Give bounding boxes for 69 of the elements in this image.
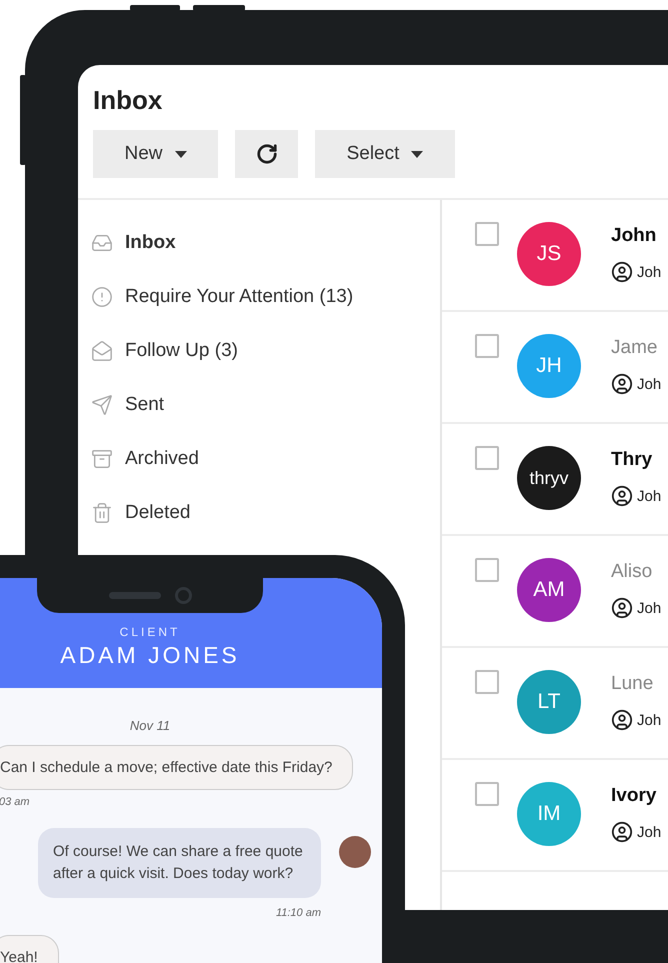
folder-item[interactable]: Inbox [78,216,440,270]
outgoing-message: Of course! We can share a free quote after a quick visit. Does today work? [38,828,321,898]
user-icon [611,485,633,507]
folder-label: Inbox [125,232,176,254]
checkbox[interactable] [475,446,499,470]
checkbox[interactable] [475,222,499,246]
owner-name: Joh [637,712,662,728]
message-time: 11:10 am [276,907,321,919]
alert-icon [91,286,113,308]
message-row[interactable]: AM Aliso Joh [442,536,668,648]
dropdown-button[interactable]: New [93,130,218,178]
owner-name: Joh [637,488,662,504]
dropdown-button[interactable]: Select [315,130,455,178]
folder-item[interactable]: Sent [78,378,440,432]
caret-icon [411,150,424,158]
send-icon [91,394,113,416]
folder-item[interactable]: Follow Up (3) [78,324,440,378]
sender-name: Aliso [611,561,654,583]
chat-date: Nov 11 [130,718,170,733]
folder-label: Require Your Attention (13) [125,286,354,308]
message-row[interactable]: LT Lune Joh [442,648,668,760]
sender-name: Jame [611,337,658,359]
owner-name: Joh [637,600,662,616]
folder-label: Sent [125,394,164,416]
initials-avatar: LT [517,670,581,734]
owner-name: Joh [637,824,662,840]
caret-icon [174,150,186,158]
checkbox[interactable] [475,558,499,582]
contact-name: ADAM JONES [60,642,240,669]
initials-avatar: AM [517,558,581,622]
folder-item[interactable]: Deleted [78,486,440,540]
sender-name: Lune [611,673,654,695]
owner-name: Joh [637,376,662,392]
message-row[interactable]: JH Jame Joh [442,312,668,424]
folder-label: Deleted [125,502,190,524]
sender-name: Ivory [611,785,658,807]
folder-item[interactable]: Archived [78,432,440,486]
message-row[interactable]: IM Ivory Joh [442,760,668,872]
inbox-icon [91,232,113,254]
sender-name: John [611,225,658,247]
folder-item[interactable]: Require Your Attention (13) [78,270,440,324]
checkbox[interactable] [475,782,499,806]
folder-label: Follow Up (3) [125,340,238,362]
avatar-photo-placeholder [339,836,371,868]
user-icon [611,597,633,619]
logo-avatar: thryv [517,446,581,510]
refresh-button[interactable] [235,130,298,178]
user-icon [611,373,633,395]
incoming-message: Yeah! [0,935,59,963]
user-icon [611,821,633,843]
checkbox[interactable] [475,670,499,694]
open-envelope-icon [91,340,113,362]
trash-icon [91,502,113,524]
checkbox[interactable] [475,334,499,358]
user-icon [611,261,633,283]
initials-avatar: JH [517,334,581,398]
initials-avatar: JS [517,222,581,286]
sender-name: Thry [611,449,654,471]
incoming-message: Can I schedule a move; effective date this Friday? [0,745,354,790]
initials-avatar: IM [517,782,581,846]
contact-role: CLIENT [120,625,180,639]
refresh-icon [256,143,278,165]
page-title: Inbox [93,85,164,116]
folder-label: Archived [125,448,199,470]
message-row[interactable]: JS John Joh [442,200,668,312]
owner-name: Joh [637,264,662,280]
archive-icon [91,448,113,470]
message-row[interactable]: thryv Thry Joh [442,424,668,536]
user-icon [611,709,633,731]
